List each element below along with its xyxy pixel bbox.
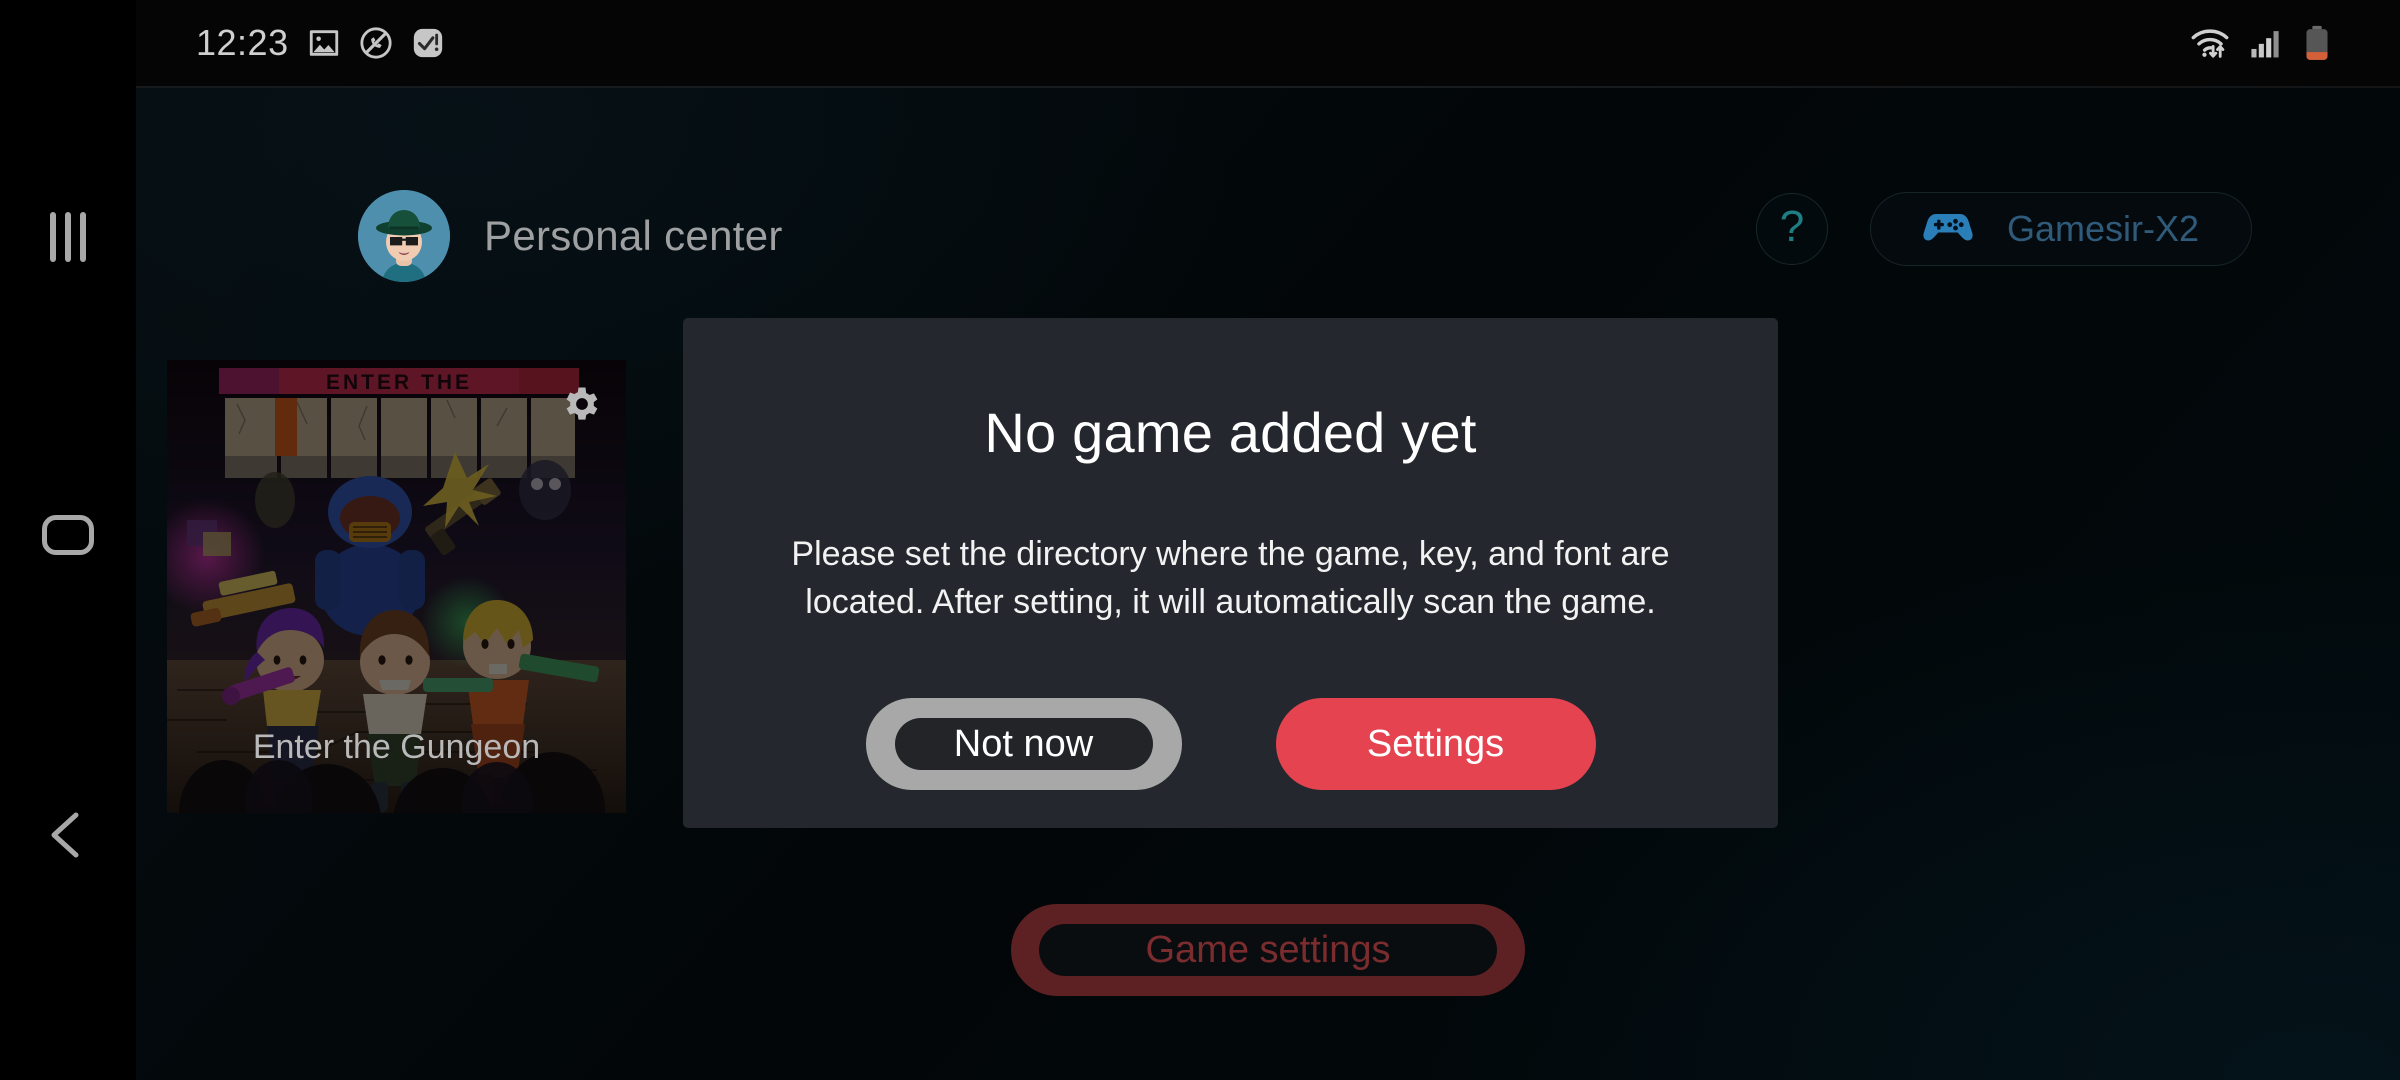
- game-card[interactable]: ENTER THE: [167, 360, 626, 813]
- screen: 12:23 Personal center ? Gamesir-X2 Enter…: [0, 0, 2400, 1080]
- recents-icon: [50, 212, 86, 262]
- app-surface: Personal center ? Gamesir-X2 Enter the G…: [136, 88, 2400, 1080]
- dialog-message: Please set the directory where the game,…: [791, 535, 1670, 622]
- header-actions: ? Gamesir-X2: [1755, 192, 2252, 266]
- cellular-signal-icon: [2250, 27, 2284, 59]
- wifi-transfer-icon: [2190, 26, 2230, 60]
- back-chevron-icon: [46, 809, 90, 861]
- game-settings-button[interactable]: Game settings: [1011, 904, 1525, 996]
- page-title: Personal center: [484, 212, 783, 259]
- game-settings-label: Game settings: [1145, 928, 1391, 971]
- alarm-warning-icon: [411, 26, 445, 60]
- game-title-label: Enter the Gungeon: [252, 728, 541, 766]
- status-clock: 12:23: [196, 22, 289, 63]
- no-game-dialog: No game added yet Please set the directo…: [683, 318, 1778, 828]
- app-header: Personal center ? Gamesir-X2: [136, 88, 2400, 288]
- status-bar-divider: [136, 86, 2400, 88]
- not-now-button[interactable]: Not now: [865, 698, 1182, 790]
- no-calls-icon: [359, 26, 393, 60]
- help-button[interactable]: ?: [1755, 193, 1828, 265]
- recents-button[interactable]: [0, 192, 136, 282]
- question-mark-icon: ?: [1779, 202, 1805, 251]
- photo-icon: [307, 26, 341, 60]
- user-avatar-icon[interactable]: [358, 190, 450, 282]
- status-bar: 12:23: [136, 0, 2400, 86]
- connected-device-button[interactable]: Gamesir-X2: [1869, 192, 2252, 266]
- home-icon: [42, 515, 94, 555]
- game-settings-button-inner: Game settings: [1039, 924, 1497, 976]
- home-button[interactable]: [0, 490, 136, 580]
- dialog-title: No game added yet: [984, 401, 1477, 464]
- not-now-label: Not now: [953, 722, 1094, 765]
- gamepad-icon: [1923, 210, 1973, 249]
- status-bar-left: 12:23: [196, 22, 445, 64]
- battery-low-icon: [2304, 25, 2330, 61]
- status-bar-right: [2190, 25, 2330, 61]
- dialog-actions: Not now Settings: [683, 698, 1778, 790]
- not-now-button-inner: Not now: [894, 718, 1153, 770]
- settings-button[interactable]: Settings: [1275, 698, 1596, 790]
- personal-center-entry[interactable]: Personal center: [358, 190, 783, 282]
- connected-device-name: Gamesir-X2: [2006, 208, 2199, 249]
- back-button[interactable]: [0, 790, 136, 880]
- android-navigation-bar: [0, 0, 136, 1080]
- settings-label: Settings: [1366, 722, 1505, 765]
- gear-icon[interactable]: [560, 382, 604, 426]
